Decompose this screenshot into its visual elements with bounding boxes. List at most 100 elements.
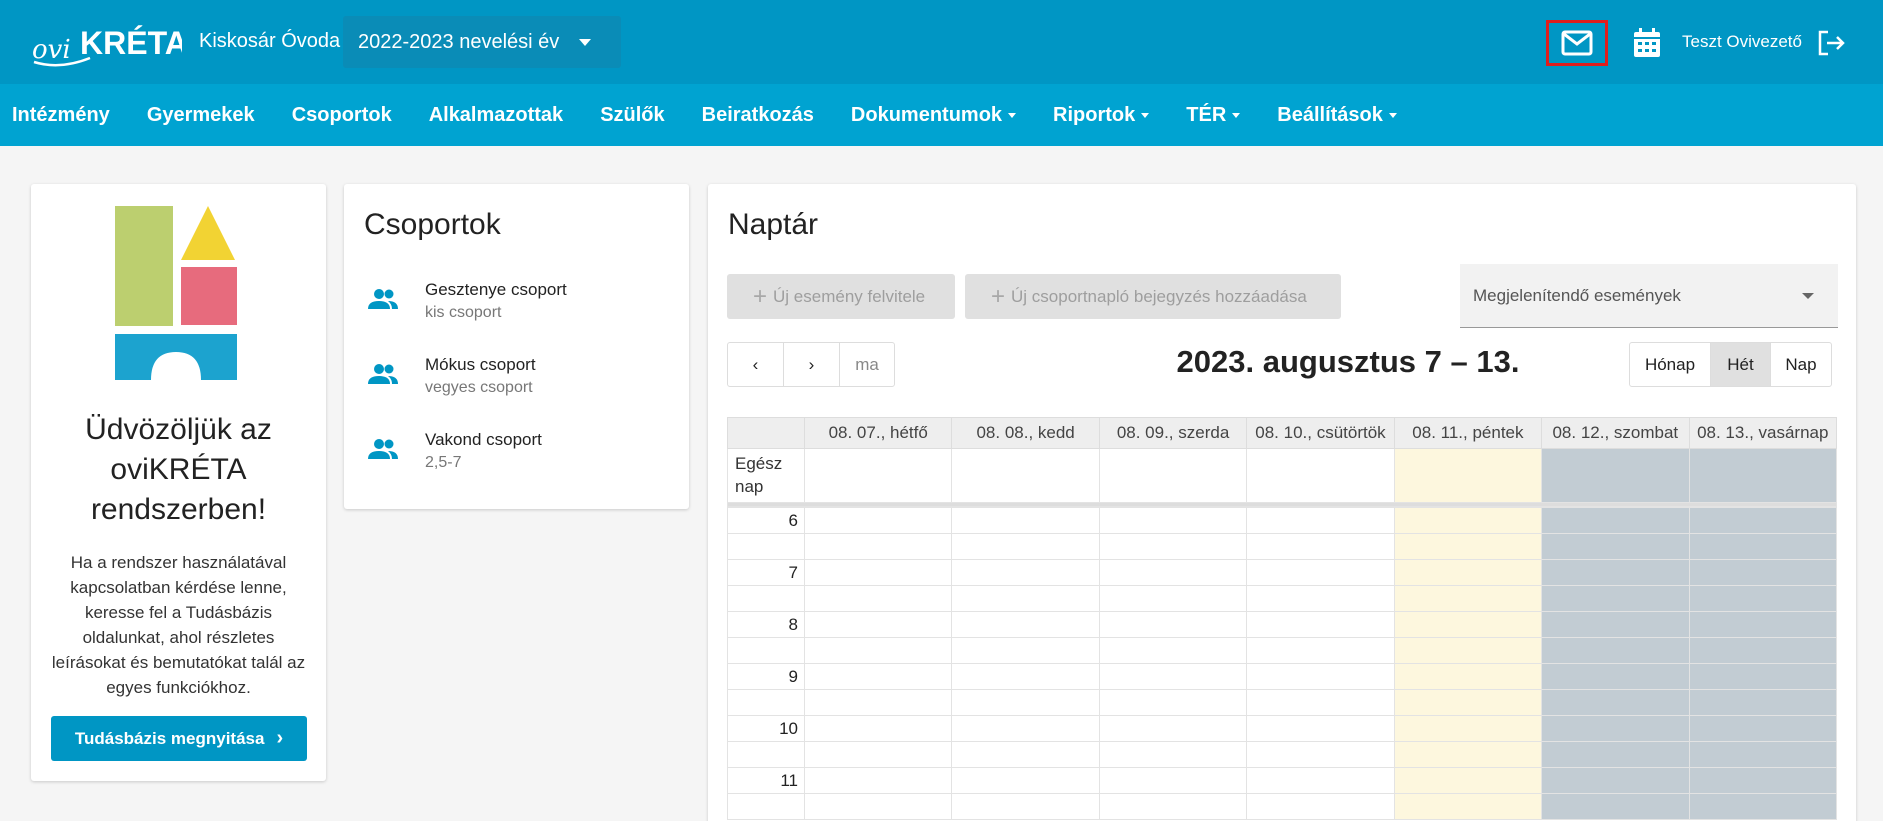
time-slot[interactable]: [1246, 507, 1395, 534]
time-slot[interactable]: [1246, 741, 1395, 768]
group-item[interactable]: Mókus csoport vegyes csoport: [368, 355, 668, 411]
time-slot[interactable]: [1393, 715, 1543, 742]
time-slot[interactable]: [1098, 585, 1248, 612]
time-slot[interactable]: [1688, 741, 1837, 768]
day-header[interactable]: 08. 08., kedd: [951, 417, 1100, 449]
time-slot[interactable]: [1098, 767, 1248, 794]
nav-intezmeny[interactable]: Intézmény: [12, 104, 110, 127]
time-slot[interactable]: [951, 507, 1100, 534]
nav-ter[interactable]: TÉR: [1186, 104, 1241, 127]
time-slot[interactable]: [1393, 585, 1543, 612]
time-slot[interactable]: [1541, 663, 1690, 690]
time-slot[interactable]: [803, 793, 953, 820]
time-slot[interactable]: [1393, 637, 1543, 664]
time-slot[interactable]: [1098, 663, 1248, 690]
nav-dokumentumok[interactable]: Dokumentumok: [851, 104, 1017, 127]
time-slot[interactable]: [951, 637, 1100, 664]
group-item[interactable]: Gesztenye csoport kis csoport: [368, 280, 668, 336]
time-slot[interactable]: [1098, 637, 1248, 664]
logout-button[interactable]: [1814, 26, 1848, 60]
time-slot[interactable]: [1246, 689, 1395, 716]
time-slot[interactable]: [1541, 689, 1690, 716]
time-slot[interactable]: [1541, 741, 1690, 768]
allday-cell[interactable]: [803, 448, 953, 503]
time-slot[interactable]: [951, 741, 1100, 768]
time-slot[interactable]: [1098, 793, 1248, 820]
ovikreta-logo[interactable]: ovi KRÉTA: [30, 14, 188, 70]
view-week-button[interactable]: Hét: [1711, 343, 1771, 386]
time-slot[interactable]: [1393, 793, 1543, 820]
day-header[interactable]: 08. 13., vasárnap: [1688, 417, 1837, 449]
time-slot[interactable]: [1246, 611, 1395, 638]
time-slot[interactable]: [1541, 507, 1690, 534]
time-slot[interactable]: [1393, 559, 1543, 586]
time-slot[interactable]: [803, 611, 953, 638]
time-slot[interactable]: [1246, 663, 1395, 690]
nav-alkalmazottak[interactable]: Alkalmazottak: [429, 104, 564, 127]
time-slot[interactable]: [803, 507, 953, 534]
time-slot[interactable]: [1541, 715, 1690, 742]
time-slot[interactable]: [1393, 767, 1543, 794]
time-slot[interactable]: [951, 793, 1100, 820]
time-slot[interactable]: [1541, 637, 1690, 664]
user-name[interactable]: Teszt Ovivezető: [1682, 32, 1802, 52]
time-slot[interactable]: [1098, 507, 1248, 534]
time-slot[interactable]: [1688, 767, 1837, 794]
time-slot[interactable]: [1098, 611, 1248, 638]
time-slot[interactable]: [951, 533, 1100, 560]
time-slot[interactable]: [1246, 637, 1395, 664]
time-slot[interactable]: [1541, 533, 1690, 560]
time-slot[interactable]: [803, 689, 953, 716]
time-slot[interactable]: [803, 663, 953, 690]
time-slot[interactable]: [1541, 767, 1690, 794]
time-slot[interactable]: [803, 715, 953, 742]
time-slot[interactable]: [803, 533, 953, 560]
allday-cell[interactable]: [1098, 448, 1248, 503]
time-slot[interactable]: [951, 715, 1100, 742]
allday-cell[interactable]: [951, 448, 1100, 503]
time-slot[interactable]: [1688, 637, 1837, 664]
nav-csoportok[interactable]: Csoportok: [292, 104, 392, 127]
messages-button[interactable]: [1546, 20, 1608, 66]
time-slot[interactable]: [803, 585, 953, 612]
group-item[interactable]: Vakond csoport 2,5-7: [368, 430, 668, 486]
nav-szulok[interactable]: Szülők: [600, 104, 664, 127]
time-slot[interactable]: [803, 637, 953, 664]
time-slot[interactable]: [951, 689, 1100, 716]
time-slot[interactable]: [1393, 741, 1543, 768]
nav-gyermekek[interactable]: Gyermekek: [147, 104, 255, 127]
time-slot[interactable]: [1688, 663, 1837, 690]
calendar-button[interactable]: [1628, 24, 1666, 62]
allday-cell[interactable]: [1541, 448, 1690, 503]
time-slot[interactable]: [1098, 533, 1248, 560]
time-slot[interactable]: [1688, 585, 1837, 612]
new-group-log-button[interactable]: + Új csoportnapló bejegyzés hozzáadása: [965, 274, 1341, 319]
time-slot[interactable]: [1393, 533, 1543, 560]
time-slot[interactable]: [951, 559, 1100, 586]
today-button[interactable]: ma: [840, 343, 894, 386]
time-slot[interactable]: [1098, 715, 1248, 742]
time-slot[interactable]: [1246, 533, 1395, 560]
prev-week-button[interactable]: ‹: [728, 343, 784, 386]
day-header[interactable]: 08. 11., péntek: [1393, 417, 1543, 449]
nav-riportok[interactable]: Riportok: [1053, 104, 1150, 127]
time-slot[interactable]: [951, 767, 1100, 794]
new-event-button[interactable]: + Új esemény felvitele: [727, 274, 955, 319]
time-slot[interactable]: [1246, 559, 1395, 586]
day-header[interactable]: 08. 12., szombat: [1541, 417, 1690, 449]
time-slot[interactable]: [1246, 767, 1395, 794]
view-day-button[interactable]: Nap: [1771, 343, 1831, 386]
time-slot[interactable]: [1246, 793, 1395, 820]
time-slot[interactable]: [1393, 611, 1543, 638]
allday-cell[interactable]: [1393, 448, 1543, 503]
time-slot[interactable]: [951, 585, 1100, 612]
time-slot[interactable]: [1688, 689, 1837, 716]
time-slot[interactable]: [1688, 533, 1837, 560]
time-slot[interactable]: [1541, 585, 1690, 612]
time-slot[interactable]: [803, 741, 953, 768]
time-slot[interactable]: [1688, 611, 1837, 638]
allday-cell[interactable]: [1688, 448, 1837, 503]
next-week-button[interactable]: ›: [784, 343, 840, 386]
time-slot[interactable]: [1688, 793, 1837, 820]
nav-beallitasok[interactable]: Beállítások: [1277, 104, 1397, 127]
